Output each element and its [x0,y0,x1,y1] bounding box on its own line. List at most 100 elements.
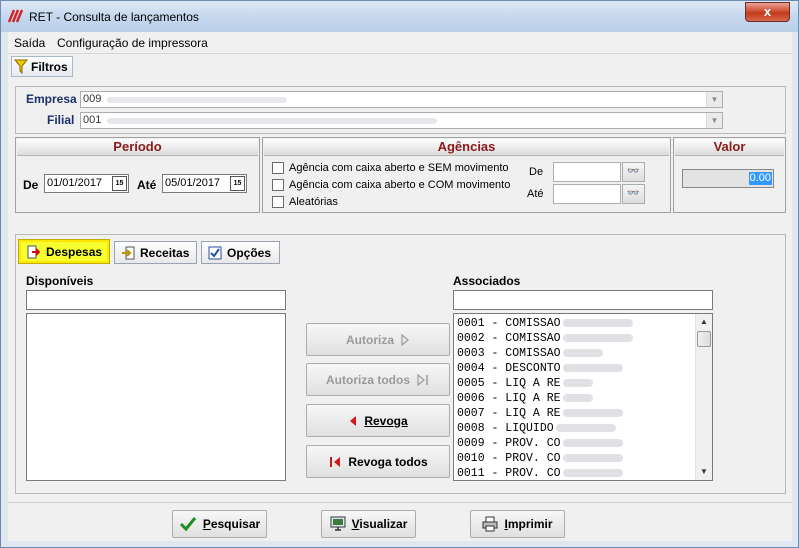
periodo-ate-value: 05/01/2017 [165,177,221,189]
calendar-icon[interactable]: 15 [112,176,127,191]
app-logo-icon [7,9,23,23]
agencia-sem-movimento-checkbox[interactable] [272,162,284,174]
list-item[interactable]: 0005 - LIQ A RE [456,376,694,391]
periodo-de-value: 01/01/2017 [47,177,103,189]
scroll-up-icon[interactable]: ▲ [696,314,712,330]
list-item[interactable]: 0003 - COMISSAO [456,346,694,361]
title-bar[interactable]: RET - Consulta de lançamentos x [1,1,798,32]
company-panel: Empresa 009 ▼ Filial 001 ▼ [15,86,786,134]
tab-despesas[interactable]: Despesas [18,239,110,264]
tab-receitas-label: Receitas [140,245,190,260]
disponiveis-label: Disponíveis [26,274,94,288]
redacted-text [562,468,623,477]
filtros-label: Filtros [31,59,68,74]
filial-label: Filial [47,113,75,127]
redacted-text [562,393,593,402]
imprimir-label: Imprimir [504,517,553,531]
agencia-com-movimento-option[interactable]: Agência com caixa aberto e COM movimento [272,179,510,191]
agencias-title: Agências [264,139,669,156]
periodo-group: Período De 01/01/2017 15 Até 05/01/2017 … [15,137,260,213]
autoriza-button[interactable]: Autoriza [306,323,450,356]
binoculars-icon[interactable]: 👓 [622,162,645,182]
list-item[interactable]: 0009 - PROV. CO [456,436,694,451]
checkmark-icon [179,517,196,532]
monitor-icon [330,516,346,531]
list-item[interactable]: 0010 - PROV. CO [456,451,694,466]
revoga-todos-label: Revoga todos [348,454,428,469]
bottom-bar: Pesquisar Visualizar Imprimir [8,502,792,541]
autoriza-todos-label: Autoriza todos [326,372,410,387]
agencia-sem-movimento-option[interactable]: Agência com caixa aberto e SEM movimento [272,162,509,174]
filtros-button[interactable]: Filtros [11,56,73,77]
tab-receitas[interactable]: Receitas [114,241,197,264]
binoculars-icon[interactable]: 👓 [622,184,645,204]
aleatorias-checkbox[interactable] [272,196,284,208]
list-item[interactable]: 0001 - COMISSAO [456,316,694,331]
associados-list[interactable]: 0001 - COMISSAO 0002 - COMISSAO 0003 - COM… [453,313,713,481]
tab-opcoes-label: Opções [227,245,272,260]
revoga-label: Revoga [364,413,408,428]
list-item[interactable]: 0006 - LIQ A RE [456,391,694,406]
list-item[interactable]: 0011 - PROV. CO [456,466,694,480]
periodo-de-input[interactable]: 01/01/2017 15 [44,174,129,193]
disponiveis-list[interactable] [26,313,286,481]
lancamentos-panel: Despesas Receitas Opções Disponíveis Aut… [15,234,786,494]
revoga-button[interactable]: Revoga [306,404,450,437]
toolbar: Filtros [8,53,792,79]
list-item[interactable]: 0002 - COMISSAO [456,331,694,346]
autoriza-todos-button[interactable]: Autoriza todos [306,363,450,396]
redacted-text [555,423,616,432]
scroll-down-icon[interactable]: ▼ [696,464,712,480]
redacted-text [562,318,633,327]
agencia-de-input[interactable] [553,162,621,182]
list-item-text: 0005 - LIQ A RE [457,377,561,390]
periodo-title: Período [17,139,258,156]
periodo-ate-input[interactable]: 05/01/2017 15 [162,174,247,193]
filial-select[interactable]: 001 ▼ [80,112,723,129]
empresa-select[interactable]: 009 ▼ [80,91,723,108]
chevron-down-icon[interactable]: ▼ [706,92,722,107]
arrow-right-icon [401,333,409,346]
menu-item-config-impressora[interactable]: Configuração de impressora [57,36,208,50]
arrow-right-end-icon [417,373,428,386]
tab-opcoes[interactable]: Opções [201,241,280,264]
calendar-icon[interactable]: 15 [230,176,245,191]
valor-input[interactable]: 0.00 [682,169,774,188]
chevron-down-icon[interactable]: ▼ [706,113,722,128]
close-button[interactable]: x [745,2,790,22]
agencia-ate-input[interactable] [553,184,621,204]
autoriza-label: Autoriza [346,332,394,347]
list-item-text: 0010 - PROV. CO [457,452,561,465]
disponiveis-filter-input[interactable] [26,290,286,310]
list-item[interactable]: 0008 - LIQUIDO [456,421,694,436]
filial-name-redacted [107,118,437,124]
associados-filter-input[interactable] [453,290,713,310]
list-item[interactable]: 0004 - DESCONTO [456,361,694,376]
checkbox-icon [208,246,222,259]
agencia-ate-label: Até [527,188,544,200]
list-item[interactable]: 0007 - LIQ A RE [456,406,694,421]
aleatorias-option[interactable]: Aleatórias [272,196,338,208]
agencia-de-label: De [529,166,544,178]
pesquisar-label: Pesquisar [202,517,261,531]
pesquisar-button[interactable]: Pesquisar [172,510,267,538]
visualizar-button[interactable]: Visualizar [321,510,416,538]
aleatorias-label: Aleatórias [289,196,338,208]
redacted-text [562,378,593,387]
redacted-text [562,363,623,372]
imprimir-button[interactable]: Imprimir [470,510,565,538]
associados-label: Associados [453,274,521,288]
scroll-thumb[interactable] [697,331,711,347]
agencia-com-movimento-checkbox[interactable] [272,179,284,191]
empresa-value: 009 [83,93,102,105]
printer-icon [482,516,498,532]
associados-scrollbar[interactable]: ▲ ▼ [695,314,712,480]
list-item-text: 0008 - LIQUIDO [457,422,554,435]
menu-item-saida[interactable]: Saída [14,36,45,50]
revoga-todos-button[interactable]: Revoga todos [306,445,450,478]
list-item-text: 0006 - LIQ A RE [457,392,561,405]
enter-arrow-icon [122,246,135,259]
agencia-sem-movimento-label: Agência com caixa aberto e SEM movimento [289,162,509,174]
arrow-left-icon [350,415,357,426]
redacted-text [562,453,623,462]
